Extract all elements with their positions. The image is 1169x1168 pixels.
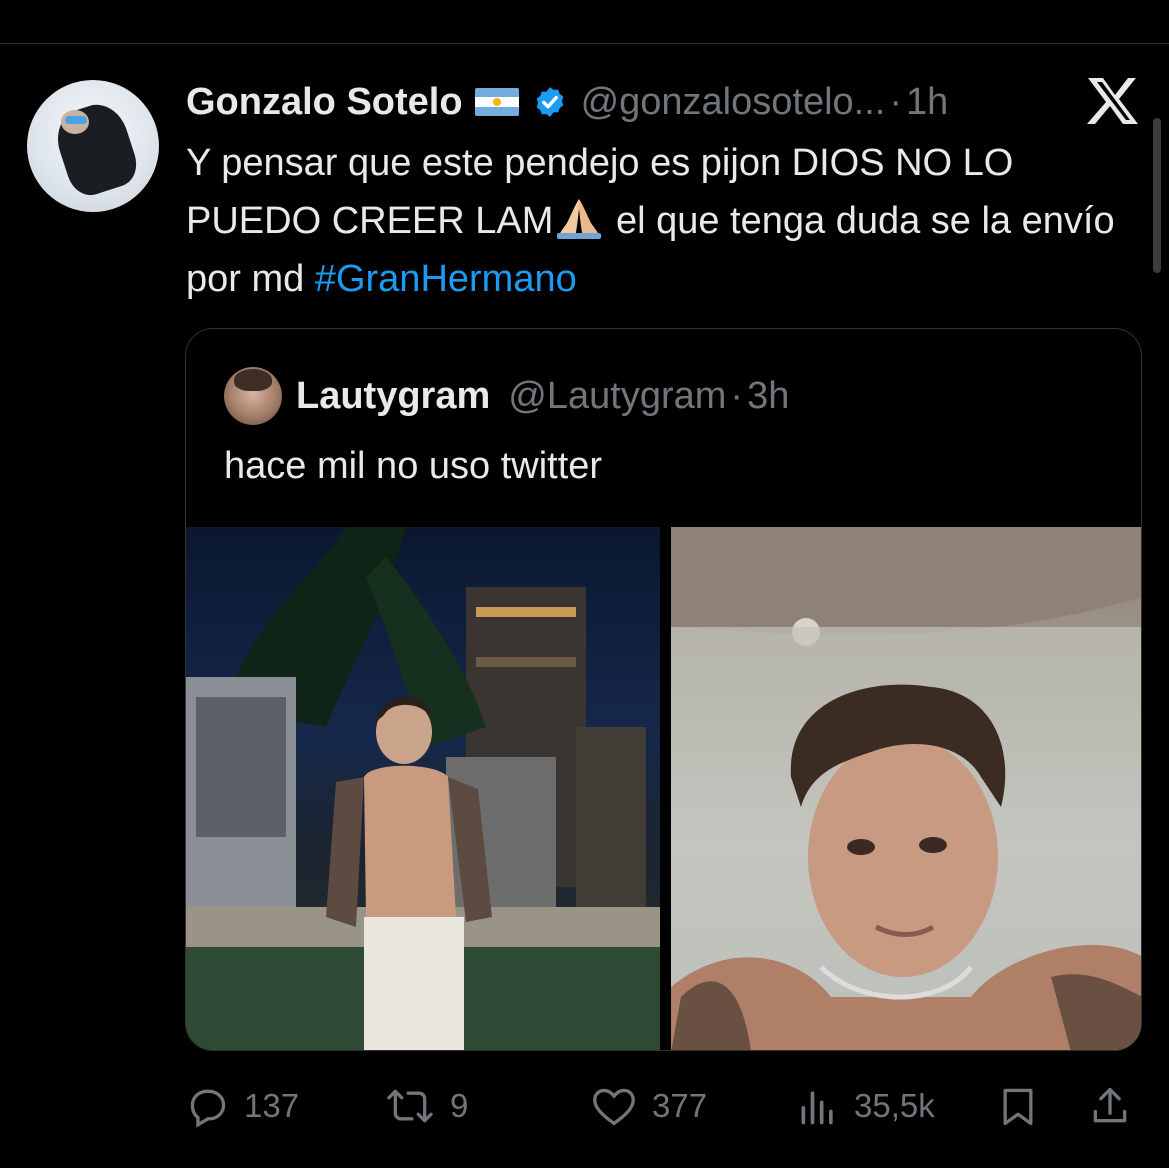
- quoted-tweet-header: Lautygram @Lautygram · 3h: [296, 371, 789, 421]
- quoted-author-avatar[interactable]: [224, 367, 282, 425]
- reply-icon: [190, 1089, 226, 1128]
- quoted-tweet-card[interactable]: Lautygram @Lautygram · 3h hace mil no us…: [185, 328, 1142, 1051]
- tweet-text: Y pensar que este pendejo es pijon DIOS …: [186, 134, 1116, 308]
- quoted-header-separator: ·: [730, 374, 744, 417]
- top-divider: [0, 43, 1169, 44]
- author-name[interactable]: Gonzalo Sotelo: [186, 81, 463, 124]
- repost-count: 9: [450, 1087, 469, 1124]
- reply-count: 137: [244, 1087, 300, 1124]
- tweet-timestamp[interactable]: 1h: [906, 81, 948, 124]
- header-separator: ·: [889, 80, 902, 123]
- share-button[interactable]: [1088, 1078, 1132, 1134]
- scrollbar[interactable]: [1153, 118, 1161, 273]
- folded-hands-emoji: [557, 199, 602, 239]
- bookmark-button[interactable]: [996, 1078, 1040, 1134]
- reply-button[interactable]: 137: [186, 1078, 299, 1134]
- like-count: 377: [652, 1087, 708, 1124]
- quoted-tweet-timestamp[interactable]: 3h: [747, 375, 789, 418]
- views-chart-icon: [801, 1091, 833, 1125]
- heart-icon: [593, 1088, 635, 1126]
- argentina-flag-icon: [474, 88, 519, 116]
- quoted-author-name[interactable]: Lautygram: [296, 375, 490, 418]
- quoted-tweet-text: hace mil no uso twitter: [224, 445, 603, 487]
- views-button[interactable]: 35,5k: [796, 1078, 935, 1134]
- share-icon: [1093, 1087, 1127, 1123]
- action-bar: 137 9 377 35,5k: [186, 1078, 1136, 1134]
- like-button[interactable]: 377: [590, 1078, 707, 1134]
- quoted-photo-1[interactable]: [186, 527, 660, 1050]
- tweet-header: Gonzalo Sotelo @gonzalosotelo... · 1h: [186, 76, 948, 128]
- hashtag-link[interactable]: #GranHermano: [315, 258, 577, 300]
- views-count: 35,5k: [854, 1087, 935, 1124]
- author-handle[interactable]: @gonzalosotelo...: [581, 81, 886, 124]
- hot-tub-selfie-photo: [671, 527, 1141, 1050]
- bookmark-icon: [1003, 1088, 1033, 1126]
- x-logo-icon: [1087, 78, 1138, 124]
- author-avatar[interactable]: [27, 80, 159, 212]
- pool-night-photo: [186, 527, 660, 1050]
- quoted-author-handle[interactable]: @Lautygram: [508, 375, 726, 418]
- repost-button[interactable]: 9: [384, 1078, 468, 1134]
- quoted-photo-2[interactable]: [671, 527, 1141, 1050]
- media-divider: [660, 527, 671, 1050]
- verified-badge-icon[interactable]: [533, 85, 567, 119]
- repost-icon: [387, 1089, 433, 1123]
